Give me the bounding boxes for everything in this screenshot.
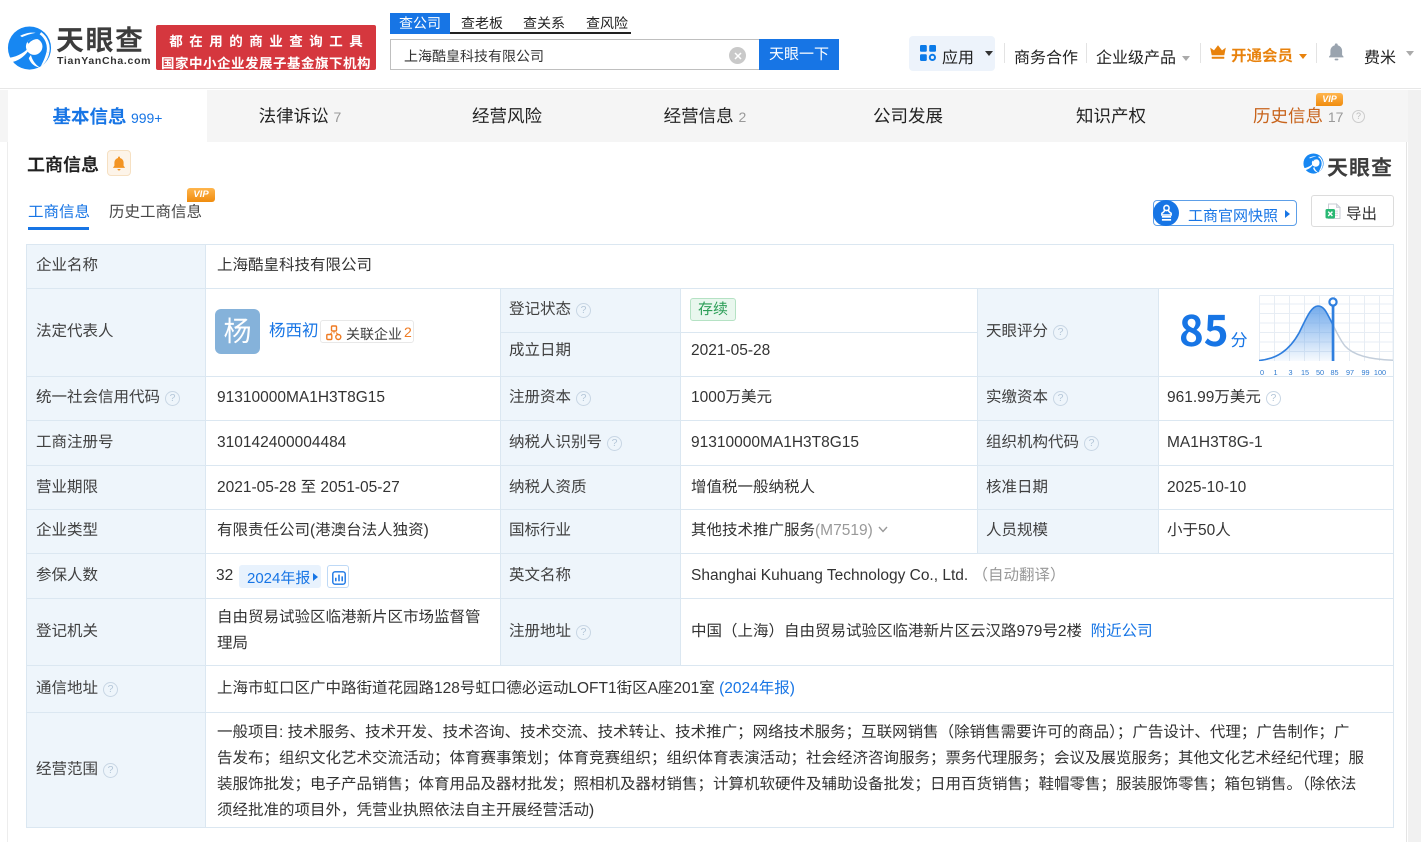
svg-text:15: 15	[1301, 368, 1309, 377]
svg-text:50: 50	[1316, 368, 1324, 377]
svg-text:0: 0	[1260, 368, 1264, 377]
svg-text:99: 99	[1361, 368, 1369, 377]
svg-text:100: 100	[1374, 368, 1386, 377]
svg-text:3: 3	[1288, 368, 1292, 377]
svg-text:97: 97	[1346, 368, 1354, 377]
svg-text:85: 85	[1330, 368, 1338, 377]
svg-text:1: 1	[1273, 368, 1277, 377]
